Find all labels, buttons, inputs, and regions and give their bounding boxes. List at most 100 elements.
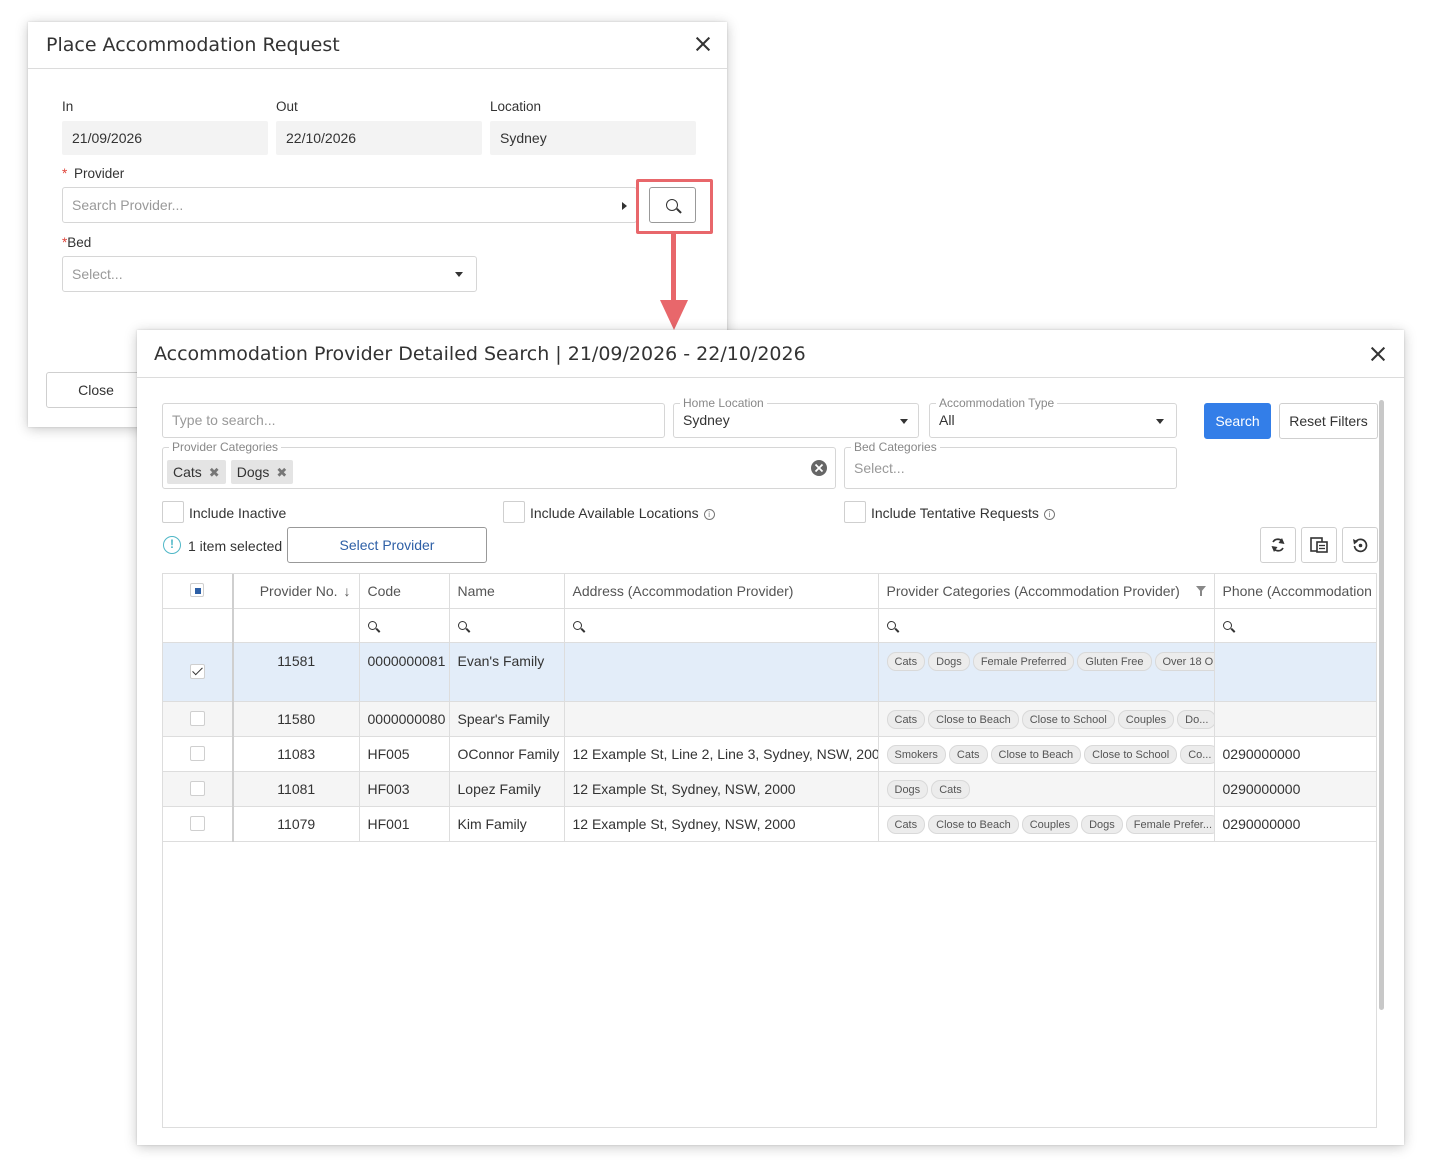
- include-tentative-requests-label: Include Tentative Requests i: [871, 505, 1055, 521]
- home-location-label: Home Location: [680, 396, 767, 410]
- in-date-field[interactable]: 21/09/2026: [62, 121, 268, 155]
- close-icon[interactable]: [694, 35, 712, 53]
- row-select-cell[interactable]: [163, 642, 234, 702]
- filter-cell[interactable]: [359, 608, 450, 643]
- cell-address: [564, 701, 879, 737]
- row-select-cell[interactable]: [163, 736, 234, 772]
- chip-list: Cats ✖ Dogs ✖: [167, 460, 298, 484]
- include-inactive-checkbox[interactable]: [162, 501, 184, 523]
- row-checkbox[interactable]: [190, 664, 205, 679]
- chip-remove-icon[interactable]: ✖: [209, 461, 220, 485]
- refresh-icon: [1271, 538, 1285, 552]
- include-available-locations-label: Include Available Locations i: [530, 505, 715, 521]
- include-inactive-label: Include Inactive: [189, 505, 287, 521]
- accommodation-type-value: All: [939, 412, 955, 428]
- cell-address: 12 Example St, Line 2, Line 3, Sydney, N…: [564, 736, 879, 772]
- reset-layout-button[interactable]: [1342, 527, 1378, 563]
- column-header-name[interactable]: Name: [449, 574, 565, 609]
- accommodation-type-select[interactable]: Accommodation Type All: [929, 396, 1177, 438]
- include-available-locations-checkbox[interactable]: [503, 501, 525, 523]
- cell-provider-no: 11081: [233, 771, 360, 807]
- column-header-address[interactable]: Address (Accommodation Provider): [564, 574, 879, 609]
- location-field[interactable]: Sydney: [490, 121, 696, 155]
- select-all-checkbox[interactable]: [190, 583, 204, 598]
- home-location-value: Sydney: [683, 412, 730, 428]
- column-header-code[interactable]: Code: [359, 574, 450, 609]
- provider-search-input[interactable]: Search Provider...: [62, 187, 637, 223]
- filter-cell[interactable]: [233, 608, 360, 643]
- column-header-categories[interactable]: Provider Categories (Accommodation Provi…: [878, 574, 1215, 609]
- row-checkbox[interactable]: [190, 711, 205, 726]
- column-header-phone[interactable]: Phone (Accommodation Provider): [1214, 574, 1376, 609]
- cell-name: Lopez Family: [449, 771, 565, 807]
- category-tag: Cats: [948, 745, 988, 764]
- filter-cell[interactable]: [1214, 608, 1376, 643]
- column-chooser-icon: [1310, 537, 1328, 553]
- dialog-scrollbar[interactable]: [1379, 400, 1384, 1010]
- reset-filters-button[interactable]: Reset Filters: [1279, 403, 1378, 439]
- sort-down-icon[interactable]: ↓: [344, 583, 351, 599]
- row-checkbox[interactable]: [190, 746, 205, 761]
- clear-circle-icon[interactable]: [810, 459, 828, 477]
- select-provider-button[interactable]: Select Provider: [287, 527, 487, 563]
- accommodation-type-label: Accommodation Type: [936, 396, 1058, 410]
- table-row[interactable]: 11081 HF003 Lopez Family 12 Example St, …: [163, 771, 1376, 807]
- column-header-provider-no[interactable]: Provider No. ↓: [233, 574, 360, 609]
- row-checkbox[interactable]: [190, 781, 205, 796]
- provider-placeholder: Search Provider...: [72, 197, 184, 213]
- caret-right-icon[interactable]: [622, 202, 627, 210]
- bed-categories-label: Bed Categories: [851, 440, 940, 454]
- search-button[interactable]: Search: [1204, 403, 1271, 439]
- table-row[interactable]: 11580 0000000080 Spear's Family Cats Clos…: [163, 701, 1376, 737]
- category-tag: Female Preferred: [972, 651, 1075, 671]
- search-icon: [572, 621, 582, 630]
- search-icon: [886, 621, 896, 630]
- info-icon[interactable]: i: [1043, 509, 1055, 520]
- home-location-select[interactable]: Home Location Sydney: [673, 396, 919, 438]
- row-checkbox[interactable]: [190, 816, 205, 831]
- chip-label: Dogs: [236, 464, 270, 480]
- category-tag: Co...: [1180, 745, 1213, 764]
- out-date-field[interactable]: 22/10/2026: [276, 121, 482, 155]
- bed-categories-select[interactable]: Bed Categories Select...: [844, 440, 1177, 489]
- table-row[interactable]: 11581 0000000081 Evan's Family Cats Dogs F…: [163, 642, 1376, 702]
- dialog-title: Accommodation Provider Detailed Search |…: [154, 343, 806, 365]
- filter-cell[interactable]: [564, 608, 879, 643]
- cell-phone: 0290000000: [1214, 771, 1376, 807]
- required-mark: *: [62, 166, 68, 181]
- cell-categories: Cats Close to Beach Couples Dogs Female Pref…: [878, 806, 1215, 842]
- cell-provider-no: 11580: [233, 701, 360, 737]
- filter-icon[interactable]: [1195, 586, 1206, 596]
- reset-layout-icon: [1353, 538, 1368, 553]
- row-select-cell[interactable]: [163, 806, 234, 842]
- chip-cats[interactable]: Cats ✖: [167, 460, 226, 484]
- column-chooser-button[interactable]: [1301, 527, 1337, 563]
- keyword-search-placeholder: Type to search...: [172, 412, 276, 428]
- provider-categories-tagbox[interactable]: Provider Categories Cats ✖ Dogs ✖: [162, 440, 836, 489]
- cell-code: HF003: [359, 771, 450, 807]
- cell-name: OConnor Family: [449, 736, 565, 772]
- cell-phone: 0290000000: [1214, 806, 1376, 842]
- chip-dogs[interactable]: Dogs ✖: [230, 460, 294, 485]
- close-icon[interactable]: [1369, 345, 1387, 363]
- table-row[interactable]: 11083 HF005 OConnor Family 12 Example St…: [163, 736, 1376, 772]
- bed-select[interactable]: Select...: [62, 256, 477, 292]
- filter-cell[interactable]: [878, 608, 1215, 643]
- cell-name: Evan's Family: [449, 642, 565, 702]
- row-select-cell[interactable]: [163, 771, 234, 807]
- keyword-search-input[interactable]: Type to search...: [162, 403, 665, 438]
- category-tag: Do...: [1177, 710, 1213, 729]
- cell-categories: Smokers Cats Close to Beach Close to School…: [878, 736, 1215, 772]
- category-tag: Smokers: [886, 745, 946, 764]
- close-button[interactable]: Close: [46, 372, 146, 408]
- row-select-cell[interactable]: [163, 701, 234, 737]
- category-tag: Dogs: [928, 651, 970, 671]
- location-label: Location: [490, 99, 542, 114]
- refresh-button[interactable]: [1260, 527, 1296, 563]
- info-icon[interactable]: i: [703, 509, 715, 520]
- table-row[interactable]: 11079 HF001 Kim Family 12 Example St, Sy…: [163, 806, 1376, 842]
- filter-cell[interactable]: [449, 608, 565, 643]
- include-tentative-requests-checkbox[interactable]: [844, 501, 866, 523]
- select-all-cell[interactable]: [163, 574, 234, 609]
- chip-remove-icon[interactable]: ✖: [276, 461, 287, 485]
